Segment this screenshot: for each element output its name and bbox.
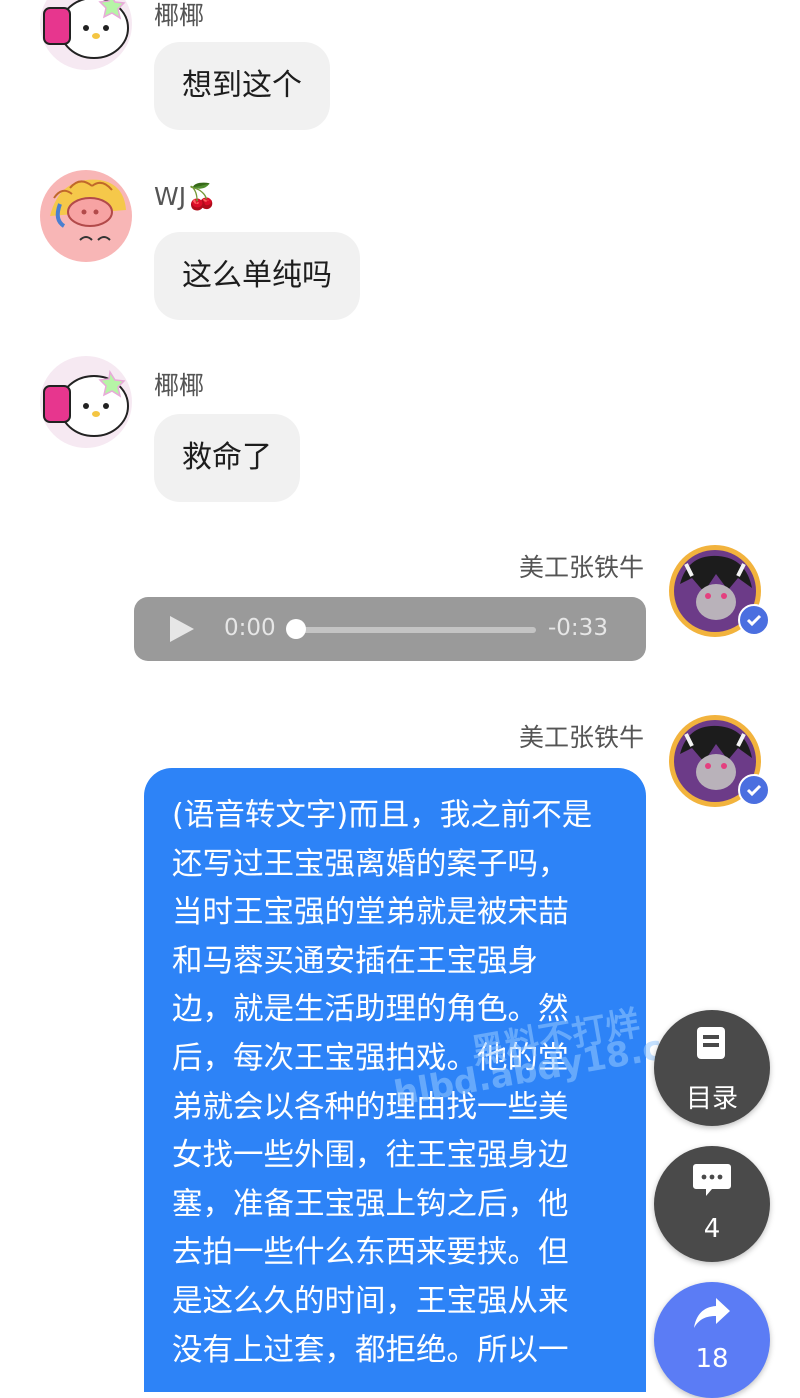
- toc-label: 目录: [685, 1084, 738, 1114]
- comments-count: 4: [703, 1214, 721, 1244]
- message-bubble[interactable]: 救命了: [154, 414, 300, 502]
- transcript-line: 没有上过套，都拒绝。所以一: [172, 1332, 569, 1368]
- transcript-line: 女找一些外围，往王宝强身边: [172, 1138, 569, 1174]
- transcript-line: 当时王宝强的堂弟就是被宋喆: [172, 895, 569, 931]
- transcript-line: 还写过王宝强离婚的案子吗，: [172, 846, 569, 882]
- audio-progress-knob[interactable]: [286, 619, 306, 639]
- sender-name: 椰椰: [154, 371, 205, 400]
- sender-name: 椰椰: [154, 1, 205, 30]
- verified-badge: [738, 774, 770, 806]
- comment-icon: [693, 1164, 731, 1196]
- message-bubble[interactable]: 想到这个: [154, 42, 330, 130]
- avatar-yeye[interactable]: [40, 356, 132, 448]
- toc-button[interactable]: 目录: [654, 1010, 770, 1126]
- audio-elapsed-time: 0:00: [224, 615, 276, 641]
- audio-progress-track[interactable]: [296, 627, 536, 633]
- transcript-line: (语音转文字)而且，我之前不是: [172, 798, 593, 833]
- transcript-line: 和马蓉买通安插在王宝强身: [172, 943, 538, 979]
- transcript-line: 是这么久的时间，王宝强从来: [172, 1283, 569, 1319]
- verified-badge: [738, 604, 770, 636]
- sender-name: 美工张铁牛: [518, 553, 644, 582]
- sender-name: 美工张铁牛: [518, 723, 644, 752]
- share-count: 18: [695, 1344, 729, 1374]
- comments-button[interactable]: 4: [654, 1146, 770, 1262]
- transcript-line: 塞，准备王宝强上钩之后，他: [172, 1186, 569, 1222]
- voice-message-player[interactable]: 0:00 -0:33: [134, 597, 646, 661]
- message-bubble[interactable]: 这么单纯吗: [154, 232, 360, 320]
- transcript-line: 去拍一些什么东西来要挟。但: [172, 1235, 569, 1271]
- sender-name: WJ🍒: [154, 182, 218, 211]
- document-icon: [697, 1027, 725, 1059]
- avatar-wj[interactable]: [40, 170, 132, 262]
- share-icon: [694, 1298, 730, 1328]
- share-button[interactable]: 18: [654, 1282, 770, 1398]
- audio-remaining-time: -0:33: [548, 615, 608, 641]
- avatar-yeye[interactable]: [40, 0, 132, 70]
- play-icon[interactable]: [166, 614, 196, 644]
